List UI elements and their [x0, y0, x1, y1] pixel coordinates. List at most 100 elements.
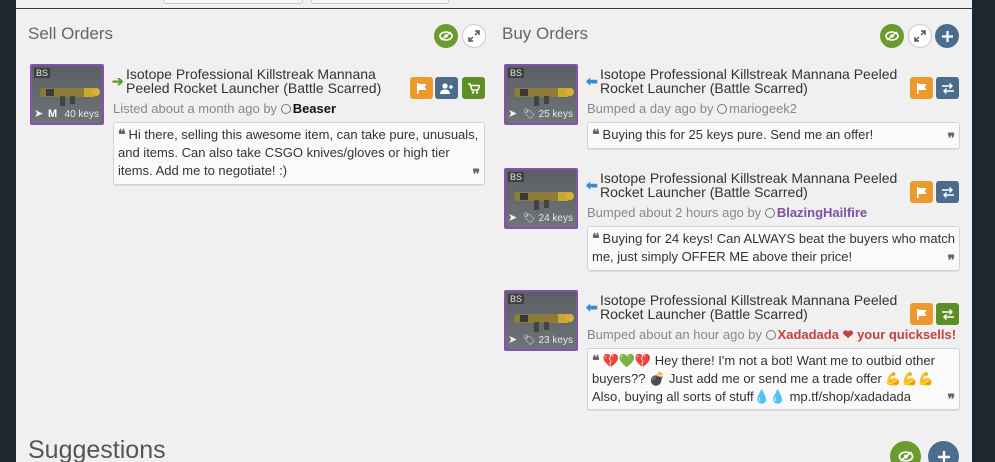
trade-offer-button[interactable]: [936, 77, 959, 99]
killstreak-icon: ➤: [508, 334, 518, 346]
quote-open-icon: ❝: [592, 353, 600, 369]
listing-title[interactable]: Isotope Professional Killstreak Mannana …: [126, 67, 381, 95]
trade-offer-button[interactable]: [936, 303, 959, 325]
listing-title-line: Isotope Professional Killstreak Mannana …: [600, 292, 898, 308]
killstreak-icon: ➤: [508, 212, 518, 224]
message-text: Hi there, selling this awesome item, can…: [118, 127, 479, 178]
expand-icon: [468, 30, 480, 42]
quote-open-icon: ❝: [592, 231, 600, 247]
listing-message: ❝ Hi there, selling this awesome item, ca…: [113, 122, 485, 185]
listing-title-line: Rocket Launcher (Battle Scarred): [600, 184, 808, 200]
rocket-launcher-icon: [514, 314, 574, 332]
rocket-launcher-icon: [40, 88, 100, 106]
expand-button[interactable]: [462, 24, 486, 48]
status-circle-icon: [764, 208, 775, 218]
item-image[interactable]: BS ➤ 🏷 24 keys: [504, 168, 578, 229]
listing-message: ❝ 💔💚💔 Hey there! I'm not a bot! Want me t…: [587, 348, 960, 410]
quote-open-icon: ❝: [118, 127, 126, 143]
toggle-visibility-button[interactable]: [434, 24, 458, 48]
message-text: Buying this for 25 keys pure. Send me an…: [602, 127, 874, 142]
listing-title-line: Rocket Launcher (Battle Scarred): [600, 306, 808, 322]
exchange-icon: [941, 308, 954, 320]
message-text: 💔💚💔 Hey there! I'm not a bot! Want me to…: [592, 353, 935, 404]
buy-orders-title: Buy Orders: [502, 24, 588, 43]
listing-title-line: Isotope Professional Killstreak Mannana …: [600, 66, 898, 82]
meta-text: Bumped about 2 hours ago by: [587, 205, 762, 220]
rocket-launcher-icon: [514, 192, 574, 210]
meta-text: Bumped about an hour ago by: [587, 327, 762, 342]
killstreak-icon: ➤: [508, 108, 518, 120]
toolbar-select-fragment[interactable]: [311, 0, 449, 4]
quality-badge: BS: [508, 294, 525, 304]
flag-icon: [916, 186, 927, 198]
quality-badge: BS: [508, 68, 525, 78]
message-text: Buying for 24 keys! Can ALWAYS beat the …: [592, 231, 955, 264]
report-button[interactable]: [910, 77, 933, 99]
buy-direction-arrow-icon: ⬅: [586, 299, 598, 315]
item-image[interactable]: BS ➤ 🏷 25 keys: [504, 64, 578, 125]
listing-title-line: Peeled Rocket Launcher (Battle Scarred): [126, 80, 382, 96]
quote-open-icon: ❝: [592, 127, 600, 143]
quote-close-icon: ❞: [947, 392, 955, 408]
listing-title[interactable]: Isotope Professional Killstreak Mannana …: [600, 67, 897, 95]
toggle-visibility-button[interactable]: [890, 441, 921, 462]
price-tag: 🏷 25 keys: [523, 109, 573, 120]
listing-meta: Bumped about 2 hours ago by BlazingHailf…: [587, 205, 867, 220]
expand-button[interactable]: [908, 24, 932, 48]
status-circle-icon: [765, 330, 776, 340]
listing-message: ❝ Buying this for 25 keys pure. Send me a…: [587, 122, 960, 149]
buy-cart-button[interactable]: [462, 77, 485, 99]
report-button[interactable]: [910, 181, 933, 203]
price-text: 23 keys: [538, 335, 573, 346]
price-text: 24 keys: [538, 213, 573, 224]
listing-title-line: Isotope Professional Killstreak Mannana: [126, 66, 376, 82]
quality-badge: BS: [508, 172, 525, 182]
user-link[interactable]: mariogeek2: [729, 101, 797, 116]
item-image[interactable]: BS ➤ M 40 keys: [30, 64, 104, 125]
user-link[interactable]: Beaser: [293, 101, 336, 116]
quality-badge: BS: [34, 68, 51, 78]
listing-title-line: Isotope Professional Killstreak Mannana …: [600, 170, 898, 186]
listing-title-line: Rocket Launcher (Battle Scarred): [600, 80, 808, 96]
add-friend-button[interactable]: [435, 77, 458, 99]
report-button[interactable]: [410, 77, 433, 99]
user-link[interactable]: Xadadada ❤ your quicksells!: [778, 327, 957, 342]
quote-close-icon: ❞: [472, 167, 480, 183]
status-circle-icon: [280, 104, 291, 114]
listing-message: ❝ Buying for 24 keys! Can ALWAYS beat the…: [587, 226, 960, 271]
toggle-visibility-button[interactable]: [880, 24, 904, 48]
user-link[interactable]: BlazingHailfire: [777, 205, 867, 220]
eye-icon: [439, 31, 453, 41]
meta-text: Listed about a month ago by: [113, 101, 278, 116]
report-button[interactable]: [910, 303, 933, 325]
killstreak-icon: ➤: [34, 108, 44, 120]
marketplace-marker: M: [48, 108, 58, 120]
item-image[interactable]: BS ➤ 🏷 23 keys: [504, 290, 578, 351]
exchange-icon: [941, 82, 954, 94]
sell-direction-arrow-icon: ➔: [112, 73, 124, 89]
expand-icon: [914, 30, 926, 42]
plus-icon: [941, 30, 953, 42]
price-tag: 🏷 24 keys: [523, 213, 573, 224]
add-suggestion-button[interactable]: [928, 441, 959, 462]
meta-text: Bumped a day ago by: [587, 101, 714, 116]
plus-icon: [937, 450, 950, 462]
buy-direction-arrow-icon: ⬅: [586, 73, 598, 89]
listing-title[interactable]: Isotope Professional Killstreak Mannana …: [600, 293, 897, 321]
suggestions-title: Suggestions: [28, 436, 166, 462]
main-panel: Sell Orders BS ➤ M 40 keys ➔ Isotope Pro…: [16, 0, 972, 462]
flag-icon: [916, 82, 927, 94]
rocket-launcher-icon: [514, 88, 574, 106]
toolbar-input-fragment[interactable]: [163, 0, 303, 4]
add-friend-icon: [440, 82, 453, 94]
status-circle-icon: [717, 104, 728, 114]
add-buy-order-button[interactable]: [935, 24, 959, 48]
price-tag: 40 keys: [64, 109, 99, 120]
flag-icon: [916, 308, 927, 320]
listing-meta: Bumped about an hour ago by Xadadada ❤ y…: [587, 327, 956, 343]
trade-offer-button[interactable]: [936, 181, 959, 203]
eye-icon: [898, 451, 913, 462]
quote-close-icon: ❞: [947, 131, 955, 147]
listing-title[interactable]: Isotope Professional Killstreak Mannana …: [600, 171, 897, 199]
price-tag: 🏷 23 keys: [523, 335, 573, 346]
